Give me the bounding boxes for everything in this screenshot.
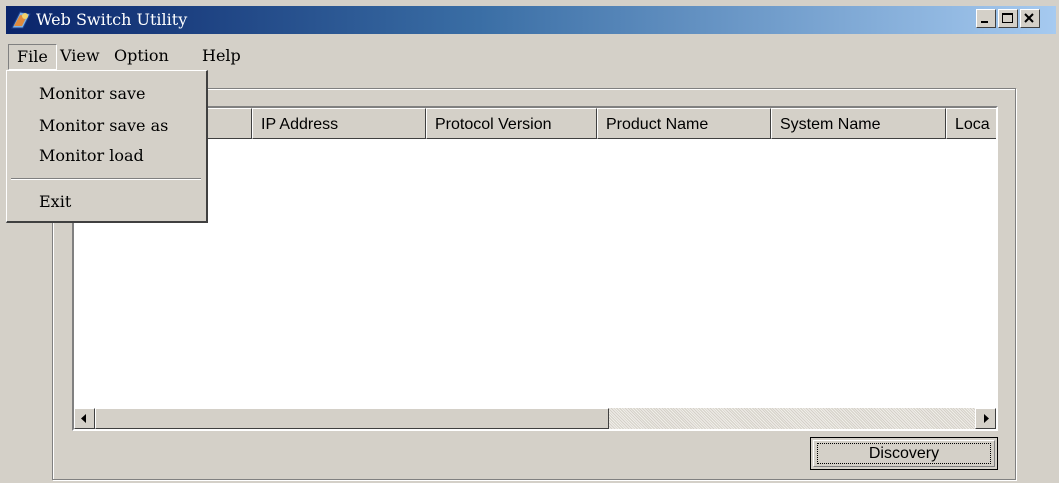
main-window: Web Switch Utility File View Option Help — [0, 0, 1059, 483]
discovery-button[interactable]: Discovery — [810, 437, 998, 470]
file-menu-dropdown: Monitor save Monitor save as Monitor loa… — [6, 70, 208, 223]
menu-option[interactable]: Option — [106, 44, 177, 68]
menu-item-exit[interactable]: Exit — [7, 189, 205, 215]
column-header-location[interactable]: Loca — [946, 108, 996, 139]
maximize-icon — [1002, 13, 1013, 23]
menu-help[interactable]: Help — [194, 44, 249, 68]
scroll-left-button[interactable] — [74, 408, 95, 429]
menu-view[interactable]: View — [52, 44, 108, 68]
arrow-right-icon — [984, 414, 989, 423]
horizontal-scrollbar[interactable] — [74, 408, 996, 429]
column-header-system-name[interactable]: System Name — [771, 108, 946, 139]
window-title: Web Switch Utility — [36, 10, 188, 29]
column-header-protocol-version[interactable]: Protocol Version — [426, 108, 597, 139]
menu-item-monitor-load[interactable]: Monitor load — [7, 143, 205, 169]
column-header-ip-address[interactable]: IP Address — [252, 108, 426, 139]
device-list[interactable]: IP Address Protocol Version Product Name… — [72, 106, 998, 431]
minimize-button[interactable] — [976, 9, 996, 28]
list-header: IP Address Protocol Version Product Name… — [74, 108, 996, 139]
discovery-label: Discovery — [868, 445, 940, 462]
menu-file[interactable]: File — [8, 44, 57, 70]
menu-item-monitor-save-as[interactable]: Monitor save as — [7, 113, 205, 139]
title-bar[interactable]: Web Switch Utility — [6, 6, 1056, 34]
minimize-icon — [981, 21, 988, 23]
menu-item-monitor-save[interactable]: Monitor save — [7, 81, 205, 107]
arrow-left-icon — [81, 414, 86, 423]
app-icon — [10, 10, 32, 30]
scroll-right-button[interactable] — [975, 408, 996, 429]
column-header-product-name[interactable]: Product Name — [597, 108, 771, 139]
maximize-button[interactable] — [998, 9, 1018, 28]
menu-separator — [11, 178, 201, 180]
close-icon — [1024, 13, 1034, 23]
close-button[interactable] — [1020, 9, 1040, 28]
scrollbar-thumb[interactable] — [95, 408, 609, 429]
